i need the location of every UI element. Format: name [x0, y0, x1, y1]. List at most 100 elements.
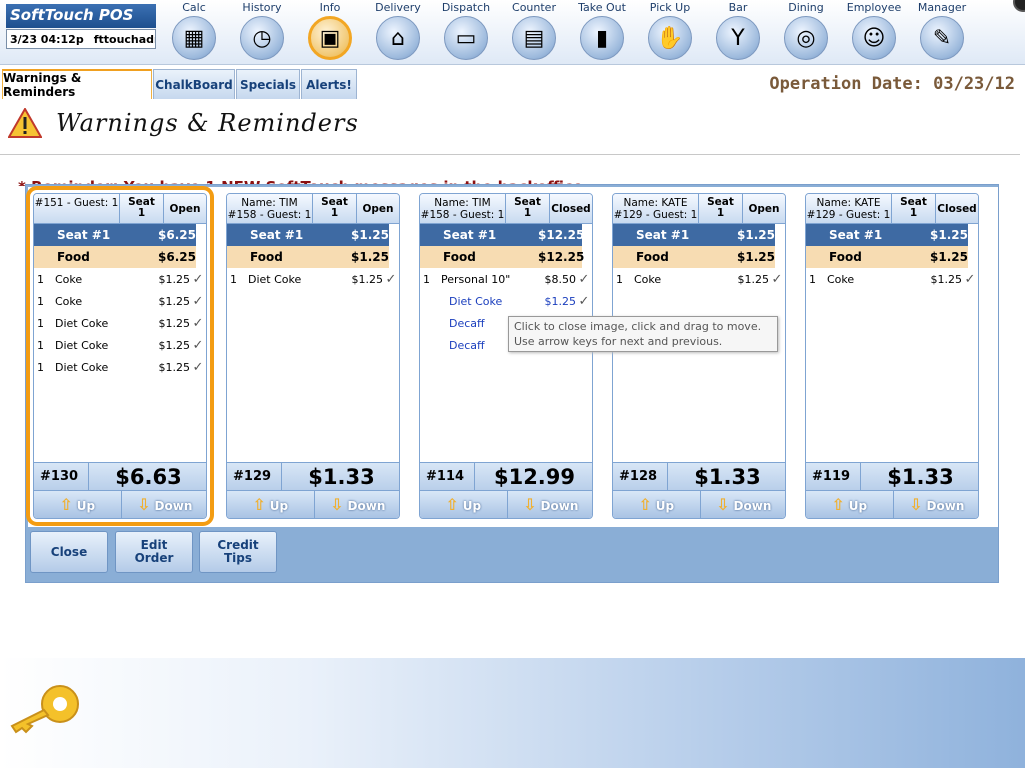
order-item-row[interactable]: 1 Diet Coke $1.25 ✓ — [34, 356, 206, 378]
scroll-down-button[interactable]: ⇩ Down — [701, 491, 786, 518]
credit-tips-button[interactable]: Credit Tips — [199, 531, 277, 573]
order-item-row[interactable]: Diet Coke $1.25 ✓ — [420, 290, 592, 312]
order-item-row[interactable]: 1 Coke $1.25 ✓ — [34, 290, 206, 312]
nav-dining-button[interactable]: Dining ◎ — [776, 0, 836, 64]
order-item-row[interactable]: 1 Diet Coke $1.25 ✓ — [227, 268, 399, 290]
tab-warnings-reminders[interactable]: Warnings & Reminders — [2, 69, 152, 99]
item-price: $1.25 — [158, 272, 191, 286]
down-label: Down — [540, 499, 579, 513]
seat-number: 1 — [716, 207, 725, 219]
check-total: $12.99 — [493, 465, 576, 489]
item-qty: 1 — [37, 338, 44, 352]
arrow-down-icon: ⇩ — [909, 495, 923, 514]
nav-info-button[interactable]: Info ▣ — [300, 0, 360, 64]
item-name: Diet Coke — [55, 338, 109, 352]
seat-number: 1 — [909, 207, 918, 219]
check-total: $6.63 — [115, 465, 182, 489]
scroll-up-button[interactable]: ⇧ Up — [613, 491, 701, 518]
up-label: Up — [655, 499, 675, 513]
nav-label: Info — [319, 1, 341, 14]
nav-delivery-button[interactable]: Delivery ⌂ — [368, 0, 428, 64]
order-item-row[interactable]: 1 Diet Coke $1.25 ✓ — [34, 312, 206, 334]
order-item-row[interactable]: 1 Coke $1.25 ✓ — [613, 268, 785, 290]
seat-number: 1 — [523, 207, 532, 219]
check-total: $1.33 — [308, 465, 375, 489]
seat-row[interactable]: Seat #1 $12.25 — [420, 224, 584, 246]
nav-pick-up-button[interactable]: Pick Up ✋ — [640, 0, 700, 64]
scroll-buttons: ⇧ Up ⇩ Down — [420, 490, 593, 518]
up-label: Up — [269, 499, 289, 513]
nav-calc-button[interactable]: Calc ▦ — [164, 0, 224, 64]
food-row[interactable]: Food $6.25 — [34, 246, 196, 268]
scroll-down-button[interactable]: ⇩ Down — [508, 491, 593, 518]
nav-dispatch-button[interactable]: Dispatch ▭ — [436, 0, 496, 64]
scroll-down-button[interactable]: ⇩ Down — [315, 491, 400, 518]
check-header: Name: TIM #158 - Guest: 1 Seat 1 Open — [227, 194, 399, 224]
order-check[interactable]: Name: TIM #158 - Guest: 1 Seat 1 Closed Seat… — [419, 193, 593, 519]
seat-row[interactable]: Seat #1 $1.25 — [227, 224, 389, 246]
scroll-up-button[interactable]: ⇧ Up — [806, 491, 894, 518]
seat-row[interactable]: Seat #1 $6.25 — [34, 224, 196, 246]
order-item-row[interactable]: 1 Coke $1.25 ✓ — [34, 268, 206, 290]
item-price: $1.25 — [158, 316, 191, 330]
arrow-up-icon: ⇧ — [831, 495, 845, 514]
window-close-icon[interactable] — [1013, 0, 1025, 12]
check-total-row: #129 $1.33 — [227, 462, 399, 490]
check-status: Closed — [937, 203, 977, 215]
nav-history-button[interactable]: History ◷ — [232, 0, 292, 64]
seat-row-name: Seat #1 — [57, 228, 111, 242]
item-price: $1.25 — [737, 272, 770, 286]
close-button[interactable]: Close — [30, 531, 108, 573]
seat-row-name: Seat #1 — [443, 228, 497, 242]
tab-specials[interactable]: Specials — [236, 69, 300, 99]
nav-take-out-button[interactable]: Take Out ▮ — [572, 0, 632, 64]
item-name: Diet Coke — [55, 360, 109, 374]
key-icon[interactable] — [8, 682, 82, 734]
check-header: Name: KATE #129 - Guest: 1 Seat 1 Open — [613, 194, 785, 224]
food-row-name: Food — [250, 250, 283, 264]
scroll-buttons: ⇧ Up ⇩ Down — [806, 490, 979, 518]
scroll-up-button[interactable]: ⇧ Up — [420, 491, 508, 518]
check-seat: Seat 1 — [506, 194, 550, 223]
order-item-row[interactable]: 1 Coke $1.25 ✓ — [806, 268, 978, 290]
arrow-up-icon: ⇧ — [59, 495, 73, 514]
check-status: Open — [362, 203, 394, 215]
check-number: #129 — [227, 463, 282, 490]
check-header: Name: KATE #129 - Guest: 1 Seat 1 Closed — [806, 194, 978, 224]
order-item-row[interactable]: 1 Diet Coke $1.25 ✓ — [34, 334, 206, 356]
food-row[interactable]: Food $1.25 — [613, 246, 775, 268]
tab-alerts[interactable]: Alerts! — [301, 69, 357, 99]
scroll-down-button[interactable]: ⇩ Down — [894, 491, 979, 518]
scroll-up-button[interactable]: ⇧ Up — [34, 491, 122, 518]
tab-chalkboard[interactable]: ChalkBoard — [153, 69, 235, 99]
nav-employee-button[interactable]: Employee ☺ — [844, 0, 904, 64]
order-check[interactable]: Name: KATE #129 - Guest: 1 Seat 1 Closed Sea… — [805, 193, 979, 519]
edit-order-button[interactable]: Edit Order — [115, 531, 193, 573]
food-row[interactable]: Food $1.25 — [806, 246, 968, 268]
bottom-bar — [0, 658, 1025, 768]
image-tooltip: Click to close image, click and drag to … — [508, 316, 778, 352]
check-footer: #119 $1.33 ⇧ Up ⇩ Down — [806, 462, 979, 518]
nav-counter-button[interactable]: Counter ▤ — [504, 0, 564, 64]
nav-manager-button[interactable]: Manager ✎ — [912, 0, 972, 64]
item-name: Diet Coke — [248, 272, 302, 286]
scroll-up-button[interactable]: ⇧ Up — [227, 491, 315, 518]
seat-row[interactable]: Seat #1 $1.25 — [613, 224, 775, 246]
check-footer: #130 $6.63 ⇧ Up ⇩ Down — [34, 462, 207, 518]
order-item-row[interactable]: 1 Personal 10" $8.50 ✓ — [420, 268, 592, 290]
order-check[interactable]: Name: TIM #158 - Guest: 1 Seat 1 Open Seat #… — [226, 193, 400, 519]
seat-row[interactable]: Seat #1 $1.25 — [806, 224, 968, 246]
up-label: Up — [76, 499, 96, 513]
food-row[interactable]: Food $12.25 — [420, 246, 584, 268]
food-row[interactable]: Food $1.25 — [227, 246, 389, 268]
nav-bar-button[interactable]: Bar Y — [708, 0, 768, 64]
scroll-down-button[interactable]: ⇩ Down — [122, 491, 207, 518]
check-mark-icon: ✓ — [964, 271, 976, 287]
checks-panel: #151 - Guest: 1 Seat 1 Open Seat #1 $6.25 Food… — [25, 184, 999, 583]
check-header: #151 - Guest: 1 Seat 1 Open — [34, 194, 206, 224]
scroll-buttons: ⇧ Up ⇩ Down — [34, 490, 207, 518]
order-check[interactable]: #151 - Guest: 1 Seat 1 Open Seat #1 $6.25 Food… — [26, 186, 214, 526]
order-check[interactable]: Name: KATE #129 - Guest: 1 Seat 1 Open Seat … — [612, 193, 786, 519]
top-toolbar: SoftTouch POS 3/23 04:12p fttouchadm Calc… — [0, 0, 1025, 65]
clock-icon: ◷ — [240, 16, 284, 60]
